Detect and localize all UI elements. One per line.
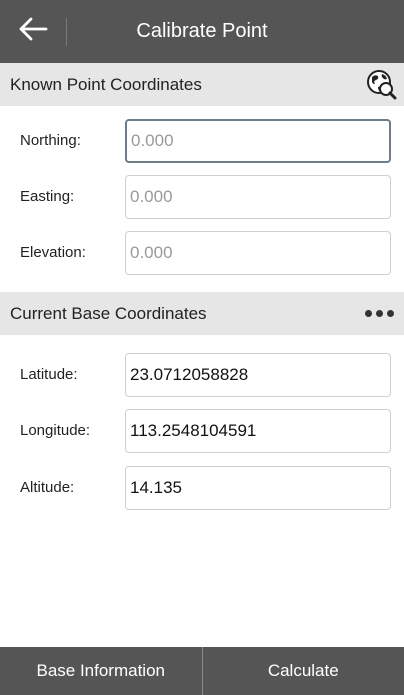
easting-row: Easting:	[0, 169, 404, 225]
altitude-row: Altitude:	[0, 460, 404, 516]
northing-input[interactable]	[125, 119, 391, 163]
bottom-action-bar: Base Information Calculate	[0, 647, 404, 695]
latitude-row: Latitude:	[0, 347, 404, 403]
app-header: Calibrate Point	[0, 0, 404, 63]
base-information-button[interactable]: Base Information	[0, 647, 202, 695]
header-divider	[66, 18, 67, 46]
altitude-input[interactable]	[125, 466, 391, 510]
more-dots-icon	[364, 309, 372, 317]
altitude-label: Altitude:	[20, 479, 75, 496]
known-point-section-header: Known Point Coordinates	[0, 63, 404, 106]
more-options-button[interactable]	[358, 302, 400, 324]
elevation-input[interactable]	[125, 231, 391, 275]
more-dots-icon	[386, 309, 394, 317]
more-dots-icon	[375, 309, 383, 317]
elevation-row: Elevation:	[0, 225, 404, 281]
arrow-left-icon	[18, 17, 48, 46]
back-button[interactable]	[0, 0, 66, 63]
easting-label: Easting:	[20, 188, 75, 205]
calculate-button[interactable]: Calculate	[203, 647, 404, 695]
section-title: Known Point Coordinates	[10, 75, 202, 94]
elevation-label: Elevation:	[20, 244, 86, 261]
longitude-label: Longitude:	[20, 422, 91, 439]
longitude-row: Longitude:	[0, 403, 404, 459]
section-title: Current Base Coordinates	[10, 304, 207, 323]
northing-label: Northing:	[20, 132, 81, 149]
latitude-input[interactable]	[125, 353, 391, 397]
longitude-input[interactable]	[125, 409, 391, 453]
easting-input[interactable]	[125, 175, 391, 219]
northing-row: Northing:	[0, 113, 404, 169]
globe-search-button[interactable]	[364, 67, 398, 101]
current-base-section-header: Current Base Coordinates	[0, 292, 404, 335]
latitude-label: Latitude:	[20, 366, 78, 383]
globe-search-icon	[364, 70, 398, 105]
calibrate-point-screen: Calibrate Point Known Point Coordinates …	[0, 0, 404, 695]
